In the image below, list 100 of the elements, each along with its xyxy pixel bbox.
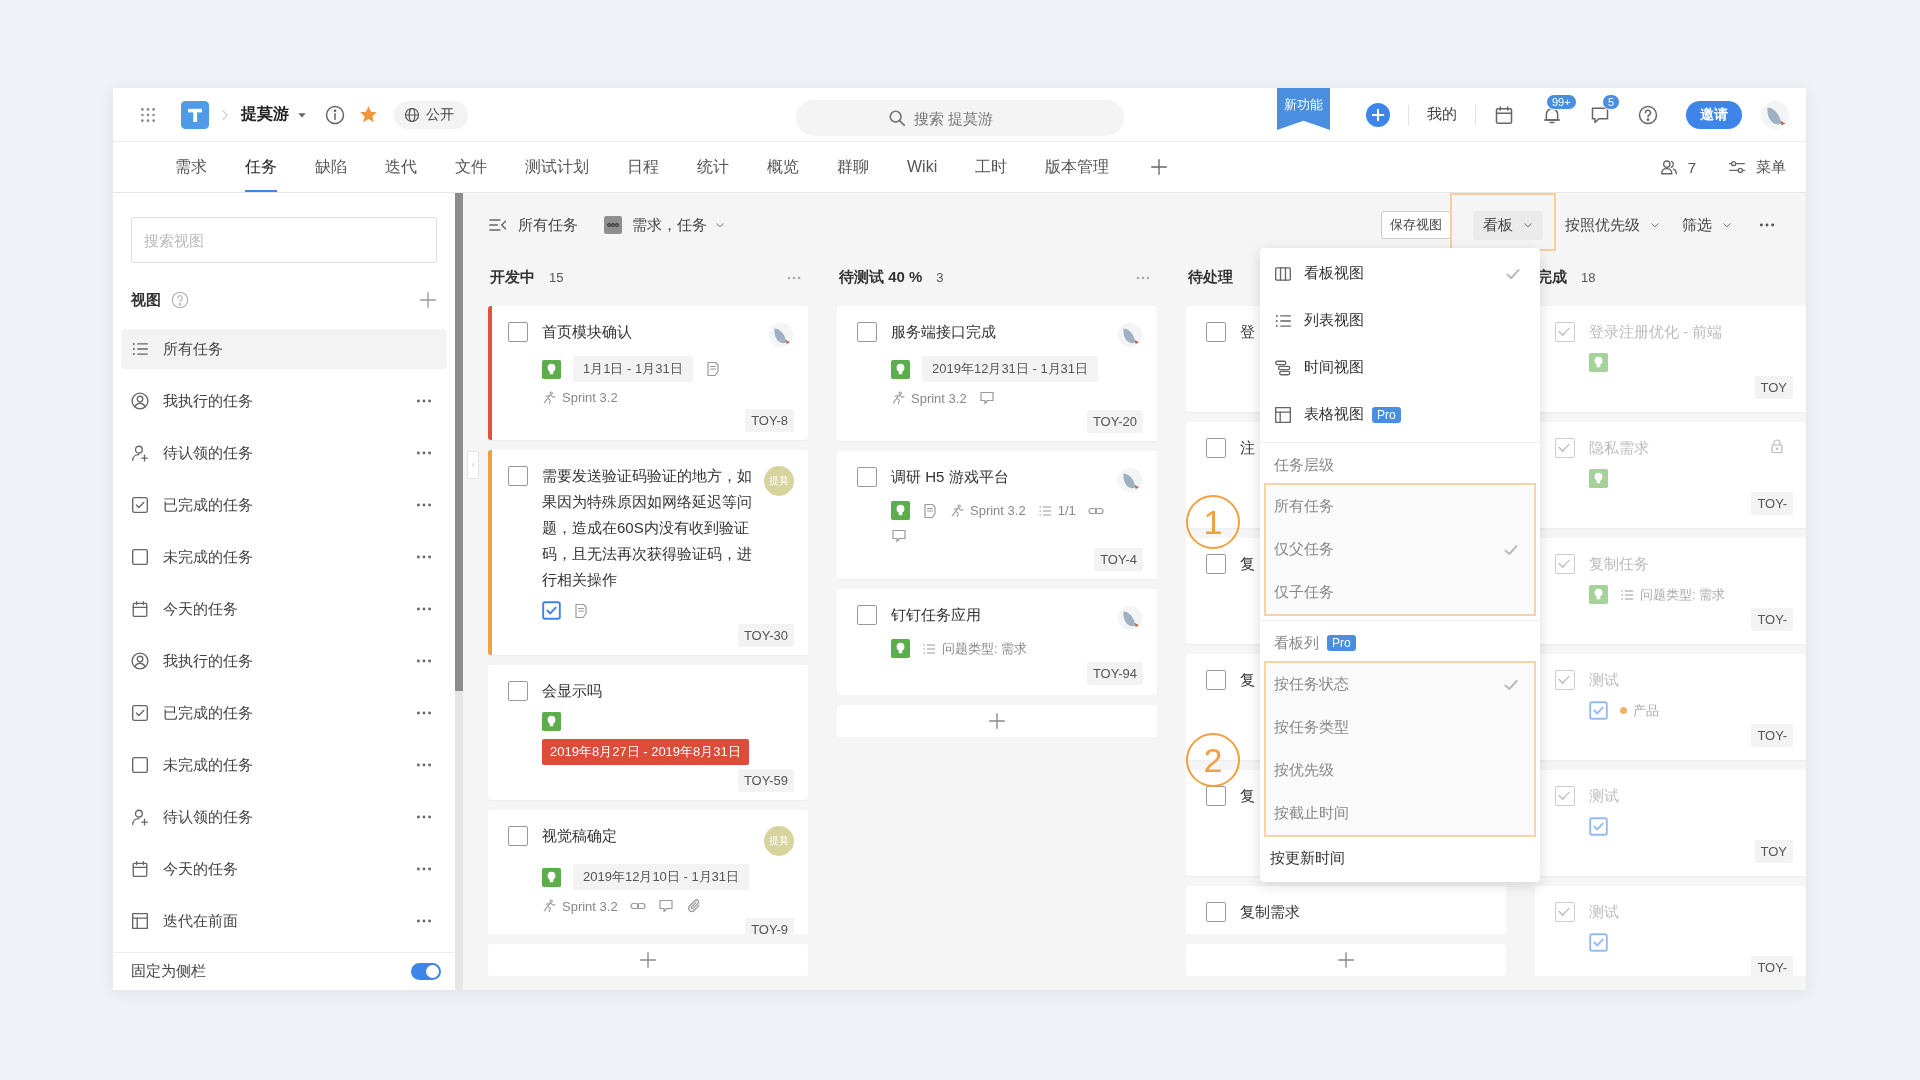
add-icon[interactable]	[1366, 102, 1390, 127]
checkbox[interactable]	[1555, 902, 1575, 922]
star-icon[interactable]	[359, 105, 378, 124]
lightbulb-icon	[891, 359, 910, 379]
runner-icon	[891, 391, 905, 405]
menu-icon[interactable]	[1728, 158, 1746, 176]
notification-badge: 99+	[1546, 93, 1577, 110]
sidebar-item[interactable]: 今天的任务	[121, 583, 447, 635]
sidebar-item[interactable]: 已完成的任务	[121, 687, 447, 739]
tab[interactable]: 缺陷	[299, 142, 363, 192]
chevron-icon[interactable]	[715, 220, 725, 230]
checkbox[interactable]	[508, 826, 528, 846]
card-title: 隐私需求	[1589, 438, 1649, 458]
tab[interactable]: 任务	[229, 142, 293, 192]
search-field[interactable]: 搜索 提莫游	[796, 100, 1124, 136]
task-card[interactable]: 复制需求	[1186, 886, 1506, 934]
type-filter[interactable]: 需求，任务	[632, 215, 707, 235]
search-field[interactable]: 搜索视图	[131, 217, 437, 263]
sidebar-item[interactable]: 我执行的任务	[121, 375, 447, 427]
add-tab-icon[interactable]	[1150, 158, 1169, 176]
project-name[interactable]: 提莫游	[241, 104, 289, 125]
checkbox[interactable]	[1206, 322, 1226, 342]
chevron-icon	[1523, 220, 1533, 230]
sidebar-item[interactable]: 已完成的任务	[121, 479, 447, 531]
filter-button[interactable]: 筛选	[1682, 215, 1732, 235]
checkbox[interactable]	[857, 322, 877, 342]
info-icon[interactable]	[325, 104, 345, 125]
document-icon	[573, 602, 589, 619]
avatar[interactable]	[1760, 99, 1790, 130]
checkbox[interactable]	[508, 681, 528, 701]
task-card[interactable]: 会显示吗 2019年8月27日 - 2019年8月31日 TOY-59	[488, 665, 808, 800]
checkbox[interactable]	[1206, 670, 1226, 690]
runner-icon	[542, 390, 556, 405]
tab[interactable]: 日程	[611, 142, 675, 192]
save-view-button[interactable]: 保存视图	[1381, 211, 1451, 239]
checkbox[interactable]	[1206, 438, 1226, 458]
checkbox[interactable]	[508, 466, 528, 486]
sidebar-item[interactable]: 所有任务	[121, 329, 447, 369]
tab[interactable]: 测试计划	[509, 142, 605, 192]
sort-button[interactable]: 按照优先级	[1565, 215, 1660, 235]
apps-icon[interactable]	[139, 105, 157, 124]
lightbulb-icon	[891, 501, 910, 520]
checkbox[interactable]	[1555, 670, 1575, 690]
menu-label[interactable]: 菜单	[1756, 157, 1786, 177]
sidebar-item[interactable]: 待认领的任务	[121, 427, 447, 479]
checkbox[interactable]	[1206, 902, 1226, 922]
scrollbar-thumb[interactable]	[455, 193, 463, 691]
members-icon[interactable]	[1659, 158, 1678, 176]
help-icon[interactable]	[1638, 104, 1658, 125]
calendar-icon	[131, 860, 149, 878]
task-card[interactable]: 钉钉任务应用 问题类型: 需求 TOY-94	[837, 589, 1157, 695]
message-icon[interactable]	[1590, 104, 1610, 125]
calendar-icon[interactable]	[1494, 104, 1514, 125]
menu-item[interactable]: 看板视图	[1260, 250, 1540, 297]
checkbox-icon	[131, 496, 149, 514]
sidebar-item[interactable]: 我执行的任务	[121, 635, 447, 687]
task-card[interactable]: 服务端接口完成 2019年12月31日 - 1月31日 Sprint 3.2 TOY-20	[837, 306, 1157, 441]
invite-button[interactable]: 邀请	[1686, 100, 1742, 129]
tab[interactable]: 工时	[959, 142, 1024, 192]
tab[interactable]: 群聊	[821, 142, 885, 192]
task-icon	[542, 601, 561, 620]
tab[interactable]: 统计	[681, 142, 745, 192]
task-icon	[1589, 933, 1608, 952]
tab[interactable]: 概览	[751, 142, 815, 192]
section-title: 视图	[131, 290, 161, 310]
mine-link[interactable]: 我的	[1427, 105, 1457, 124]
sidebar-item[interactable]: 未完成的任务	[121, 531, 447, 583]
sidebar-item[interactable]: 未完成的任务	[121, 739, 447, 791]
sidebar-item[interactable]: 今天的任务	[121, 843, 447, 895]
tab[interactable]: 文件	[439, 142, 503, 192]
checkbox[interactable]	[857, 605, 877, 625]
table-icon	[131, 912, 149, 930]
visibility-pill[interactable]: 公开	[394, 100, 468, 129]
checkbox[interactable]	[857, 467, 877, 487]
collapse-handle[interactable]	[467, 451, 479, 479]
task-card[interactable]: 测试 TOY-	[1535, 886, 1806, 976]
tab[interactable]: 迭代	[369, 142, 433, 192]
sidebar-item[interactable]: 迭代在前面	[121, 895, 447, 947]
checkbox[interactable]	[1555, 322, 1575, 342]
checkbox[interactable]	[1206, 786, 1226, 806]
checkbox[interactable]	[508, 322, 528, 342]
add-icon[interactable]	[419, 291, 437, 309]
task-id: TOY	[1754, 376, 1793, 399]
task-card[interactable]: 调研 H5 游戏平台 Sprint 3.2 1/1 TOY-4	[837, 451, 1157, 579]
tab[interactable]: 版本管理	[1029, 142, 1126, 192]
section-title: 任务层级	[1274, 455, 1334, 475]
toggle-switch[interactable]	[411, 963, 441, 980]
task-card[interactable]: 视觉稿确定 提莫 2019年12月10日 - 1月31日 Sprint 3.2 TOY-9	[488, 810, 808, 934]
task-id: TOY-59	[737, 769, 794, 792]
task-card[interactable]: 首页模块确认 1月1日 - 1月31日 Sprint 3.2 TOY-8	[488, 306, 808, 440]
checkbox[interactable]	[1555, 554, 1575, 574]
checkbox[interactable]	[1555, 438, 1575, 458]
task-card[interactable]: 需要发送验证码验证的地方，如果因为特殊原因如网络延迟等问题，造成在60S内没有收到验证码，且无法再次获得验证码，进行相关操作 提莫 TOY-30	[488, 450, 808, 655]
view-mode-button[interactable]: 看板	[1473, 210, 1543, 240]
tab[interactable]: Wiki	[891, 142, 954, 192]
checkbox[interactable]	[1555, 786, 1575, 806]
checkbox[interactable]	[1206, 554, 1226, 574]
sidebar-item[interactable]: 待认领的任务	[121, 791, 447, 843]
tab[interactable]: 需求	[159, 142, 223, 192]
table-icon	[1274, 405, 1292, 424]
